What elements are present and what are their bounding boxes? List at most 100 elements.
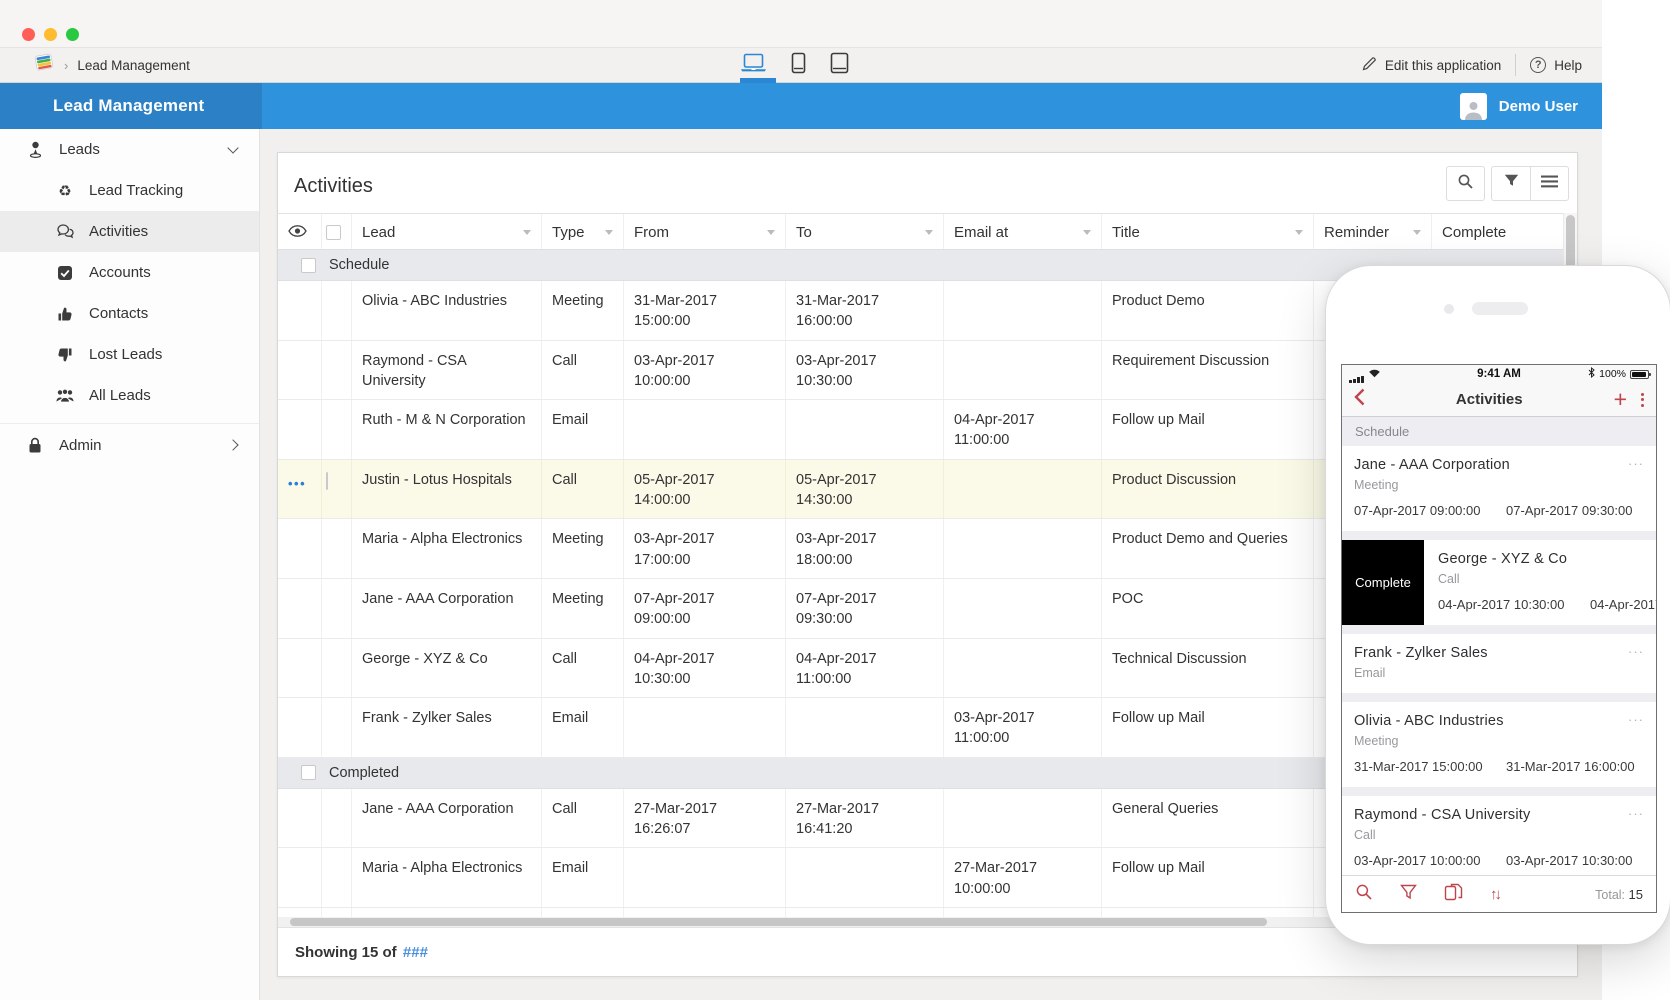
sort-caret-icon[interactable] — [1413, 230, 1421, 235]
sidebar-item-all-leads[interactable]: All Leads — [0, 375, 259, 416]
more-options-icon[interactable] — [1641, 393, 1644, 407]
column-header-email-at[interactable]: Email at — [944, 214, 1102, 249]
group-select-checkbox[interactable] — [301, 258, 316, 273]
card-activity-type: Meeting — [1354, 734, 1644, 748]
phone-bottom-toolbar: ↑↓ Total: 15 — [1342, 875, 1656, 912]
total-count-link[interactable]: ### — [403, 944, 428, 961]
sidebar: Leads ♻ Lead Tracking Activities Account… — [0, 129, 260, 1000]
sort-caret-icon[interactable] — [605, 230, 613, 235]
card-options-icon[interactable]: ··· — [1628, 644, 1644, 659]
sort-caret-icon[interactable] — [925, 230, 933, 235]
sidebar-item-activities[interactable]: Activities — [0, 211, 259, 252]
card-options-icon[interactable]: ··· — [1628, 456, 1644, 471]
card-from-date: 03-Apr-2017 10:00:00 — [1354, 853, 1506, 868]
sidebar-item-label: Contacts — [89, 305, 148, 322]
avatar — [1460, 93, 1487, 120]
card-options-icon[interactable]: ··· — [1628, 712, 1644, 727]
card-options-icon[interactable]: ··· — [1628, 806, 1644, 821]
phone-group-header: Schedule — [1342, 417, 1656, 446]
card-from-date: 31-Mar-2017 15:00:00 — [1354, 759, 1506, 774]
breadcrumb-app-name[interactable]: Lead Management — [77, 58, 190, 73]
app-logo-icon — [33, 53, 55, 77]
chevron-right-icon — [227, 439, 238, 450]
filter-button[interactable] — [1491, 166, 1530, 201]
row-options-icon[interactable]: ••• — [288, 476, 306, 491]
phone-card[interactable]: Raymond - CSA University Call 03-Apr-201… — [1342, 796, 1656, 875]
sidebar-item-lead-tracking[interactable]: ♻ Lead Tracking — [0, 170, 259, 211]
mac-titlebar — [0, 0, 1602, 47]
card-activity-type: Call — [1354, 828, 1644, 842]
filter-icon[interactable] — [1400, 884, 1417, 905]
mobile-icon[interactable] — [791, 52, 806, 79]
phone-card[interactable]: Frank - Zylker Sales Email ··· — [1342, 634, 1656, 693]
card-lead-name: Jane - AAA Corporation — [1354, 457, 1644, 473]
report-icon[interactable] — [1444, 883, 1463, 906]
column-header-complete[interactable]: Complete — [1432, 214, 1563, 249]
sort-caret-icon[interactable] — [523, 230, 531, 235]
horizontal-scrollbar-thumb[interactable] — [290, 918, 1267, 926]
phone-page-title: Activities — [1365, 391, 1614, 408]
tablet-icon[interactable] — [830, 52, 849, 79]
sidebar-item-label: Activities — [89, 223, 148, 240]
app-header: Lead Management Demo User — [0, 83, 1602, 129]
lock-icon — [26, 436, 44, 454]
sort-caret-icon[interactable] — [1295, 230, 1303, 235]
screenshot-canvas: › Lead Management — [0, 0, 1670, 1000]
search-icon[interactable] — [1355, 883, 1373, 906]
sort-caret-icon[interactable] — [1083, 230, 1091, 235]
visibility-column-header[interactable] — [278, 214, 322, 249]
sort-icon[interactable]: ↑↓ — [1490, 886, 1499, 903]
clock-label: 9:41 AM — [1439, 368, 1559, 380]
sidebar-item-label: Lost Leads — [89, 346, 162, 363]
breadcrumb[interactable]: › Lead Management — [33, 48, 190, 82]
user-name: Demo User — [1499, 98, 1578, 115]
search-button[interactable] — [1446, 166, 1485, 201]
close-window-button[interactable] — [22, 28, 35, 41]
column-header-title[interactable]: Title — [1102, 214, 1314, 249]
card-to-date: 04-Apr-2017 11:00:00 — [1590, 597, 1656, 612]
filter-icon — [1504, 174, 1519, 193]
group-select-checkbox[interactable] — [301, 765, 316, 780]
add-record-icon[interactable]: + — [1614, 388, 1627, 411]
minimize-window-button[interactable] — [44, 28, 57, 41]
table-actions-group — [1491, 166, 1569, 201]
app-toolbar: › Lead Management — [0, 47, 1602, 83]
hamburger-icon — [1541, 175, 1558, 193]
help-icon: ? — [1530, 57, 1546, 73]
phone-camera-icon — [1444, 304, 1454, 314]
phone-card-swiped[interactable]: Complete George - XYZ & Co Call 04-Apr-2… — [1342, 540, 1656, 625]
thumb-up-icon — [56, 305, 74, 323]
zoom-window-button[interactable] — [66, 28, 79, 41]
sidebar-item-lost-leads[interactable]: Lost Leads — [0, 334, 259, 375]
row-checkbox[interactable] — [326, 472, 328, 490]
sidebar-item-contacts[interactable]: Contacts — [0, 293, 259, 334]
sidebar-item-accounts[interactable]: Accounts — [0, 252, 259, 293]
person-pin-icon — [26, 141, 44, 159]
select-all-column-header[interactable] — [322, 214, 352, 249]
column-header-reminder[interactable]: Reminder — [1314, 214, 1432, 249]
column-header-to[interactable]: To — [786, 214, 944, 249]
card-from-date: 04-Apr-2017 10:30:00 — [1438, 597, 1590, 612]
help-button[interactable]: ? Help — [1530, 57, 1582, 73]
column-header-type[interactable]: Type — [542, 214, 624, 249]
sidebar-section-admin[interactable]: Admin — [0, 423, 259, 464]
user-menu[interactable]: Demo User — [1460, 83, 1578, 129]
card-from-date: 07-Apr-2017 09:00:00 — [1354, 503, 1506, 518]
phone-card[interactable]: Jane - AAA Corporation Meeting 07-Apr-20… — [1342, 446, 1656, 531]
edit-application-button[interactable]: Edit this application — [1362, 56, 1501, 74]
card-activity-type: Meeting — [1354, 478, 1644, 492]
phone-card[interactable]: Olivia - ABC Industries Meeting 31-Mar-2… — [1342, 702, 1656, 787]
select-all-checkbox[interactable] — [326, 225, 341, 240]
column-header-lead[interactable]: Lead — [352, 214, 542, 249]
menu-button[interactable] — [1530, 166, 1569, 201]
edit-application-label: Edit this application — [1385, 58, 1501, 73]
app-brand: Lead Management — [0, 83, 262, 129]
laptop-icon[interactable] — [740, 53, 767, 78]
complete-swipe-button[interactable]: Complete — [1342, 540, 1424, 625]
back-chevron-icon[interactable] — [1354, 388, 1365, 411]
column-header-from[interactable]: From — [624, 214, 786, 249]
card-lead-name: Frank - Zylker Sales — [1354, 645, 1644, 661]
page-title: Activities — [294, 175, 373, 198]
sort-caret-icon[interactable] — [767, 230, 775, 235]
sidebar-section-leads[interactable]: Leads — [0, 129, 259, 170]
